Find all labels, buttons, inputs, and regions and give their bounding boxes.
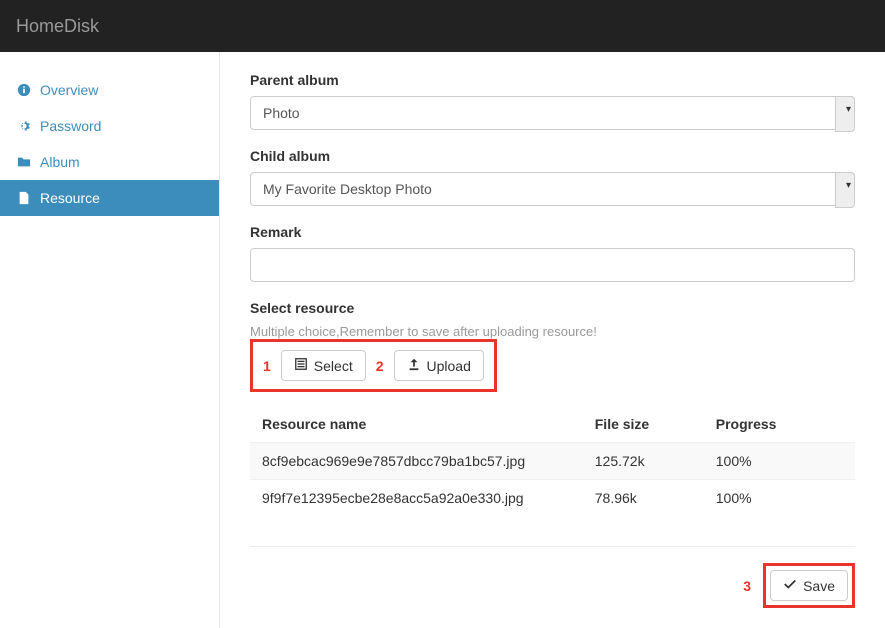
annotation-1: 1 <box>263 358 271 374</box>
annotation-box-1: 1 Select 2 Upload <box>250 339 497 392</box>
annotation-box-2: Save <box>763 563 855 608</box>
parent-album-select[interactable]: Photo <box>250 96 855 130</box>
sidebar-item-resource[interactable]: Resource <box>0 180 219 216</box>
main-content: Parent album Photo Child album My Favori… <box>220 52 885 628</box>
child-album-select[interactable]: My Favorite Desktop Photo <box>250 172 855 206</box>
footer-row: 3 Save <box>250 546 855 608</box>
info-icon <box>16 82 32 98</box>
table-header-name: Resource name <box>250 406 583 443</box>
upload-button-label: Upload <box>427 358 471 374</box>
annotation-3: 3 <box>743 578 751 594</box>
cell-progress: 100% <box>704 443 855 480</box>
select-resource-label: Select resource <box>250 300 855 316</box>
remark-label: Remark <box>250 224 855 240</box>
select-button-label: Select <box>314 358 353 374</box>
remark-input[interactable] <box>250 248 855 282</box>
select-resource-group: Select resource Multiple choice,Remember… <box>250 300 855 516</box>
cell-size: 78.96k <box>583 480 704 517</box>
table-row: 9f9f7e12395ecbe28e8acc5a92a0e330.jpg 78.… <box>250 480 855 517</box>
cell-progress: 100% <box>704 480 855 517</box>
save-button-label: Save <box>803 578 835 594</box>
save-button[interactable]: Save <box>770 570 848 601</box>
folder-icon <box>16 154 32 170</box>
sidebar: Overview Password Album Resource <box>0 52 220 628</box>
cell-name: 8cf9ebcac969e9e7857dbcc79ba1bc57.jpg <box>250 443 583 480</box>
upload-button[interactable]: Upload <box>394 350 484 381</box>
cell-name: 9f9f7e12395ecbe28e8acc5a92a0e330.jpg <box>250 480 583 517</box>
gear-icon <box>16 118 32 134</box>
sidebar-item-label: Resource <box>40 190 100 206</box>
sidebar-item-overview[interactable]: Overview <box>0 72 219 108</box>
parent-album-label: Parent album <box>250 72 855 88</box>
child-album-group: Child album My Favorite Desktop Photo <box>250 148 855 206</box>
parent-album-group: Parent album Photo <box>250 72 855 130</box>
help-text: Multiple choice,Remember to save after u… <box>250 324 855 339</box>
sidebar-item-label: Overview <box>40 82 98 98</box>
sidebar-item-label: Album <box>40 154 80 170</box>
table-header-size: File size <box>583 406 704 443</box>
upload-icon <box>407 357 421 374</box>
sidebar-item-label: Password <box>40 118 101 134</box>
sidebar-item-album[interactable]: Album <box>0 144 219 180</box>
remark-group: Remark <box>250 224 855 282</box>
select-button[interactable]: Select <box>281 350 366 381</box>
list-icon <box>294 357 308 374</box>
table-row: 8cf9ebcac969e9e7857dbcc79ba1bc57.jpg 125… <box>250 443 855 480</box>
check-icon <box>783 577 797 594</box>
table-header-progress: Progress <box>704 406 855 443</box>
cell-size: 125.72k <box>583 443 704 480</box>
sidebar-item-password[interactable]: Password <box>0 108 219 144</box>
child-album-label: Child album <box>250 148 855 164</box>
top-bar: HomeDisk <box>0 0 885 52</box>
annotation-2: 2 <box>376 358 384 374</box>
brand-title: HomeDisk <box>16 16 99 37</box>
resource-table: Resource name File size Progress 8cf9ebc… <box>250 406 855 516</box>
file-icon <box>16 190 32 206</box>
